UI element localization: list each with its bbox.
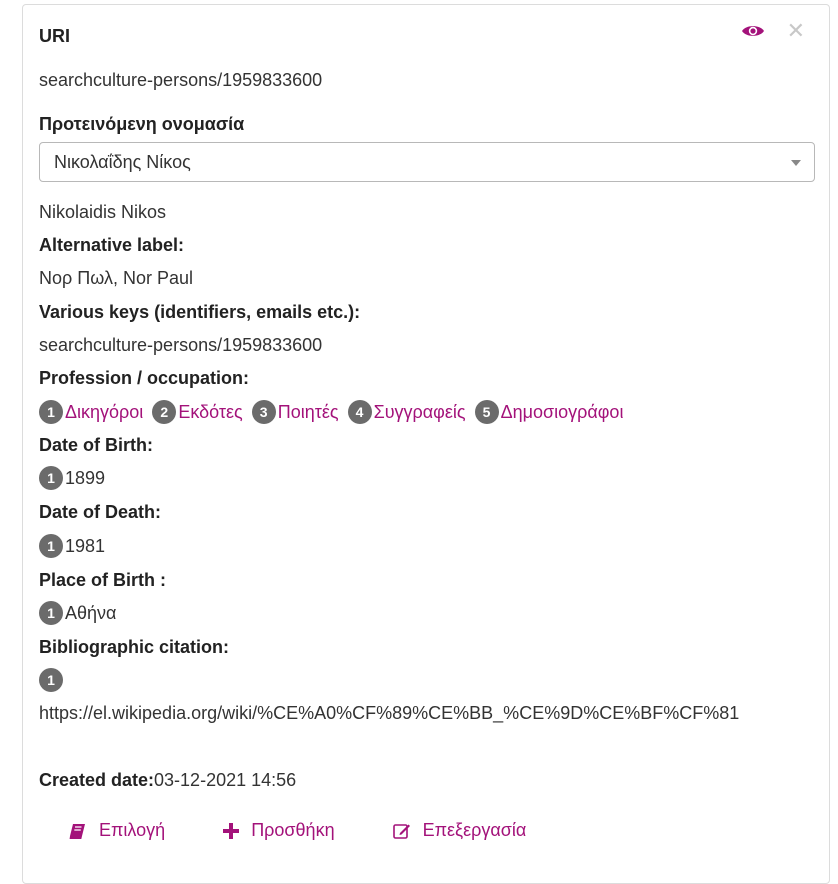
profession-item: 5 Δημοσιογράφοι — [474, 400, 624, 425]
profession-link[interactable]: Δικηγόροι — [65, 402, 143, 422]
birth-heading: Date of Birth: — [39, 435, 153, 455]
place-heading: Place of Birth : — [39, 570, 167, 590]
count-badge: 1 — [39, 400, 63, 425]
place-row: 1 Αθήνα — [39, 601, 117, 626]
birth-row: 1 1899 — [39, 466, 106, 491]
created-label: Created date: — [39, 770, 155, 790]
count-badge: 3 — [251, 400, 276, 425]
death-value: 1981 — [65, 536, 106, 556]
plus-icon — [223, 822, 240, 839]
count-badge: 5 — [474, 400, 499, 425]
uri-value: searchculture-persons/1959833600 — [39, 70, 323, 90]
keys-value: searchculture-persons/1959833600 — [39, 335, 323, 355]
add-button-label: Προσθήκη — [251, 820, 335, 840]
profession-link[interactable]: Εκδότες — [178, 402, 242, 422]
person-card: ✕ URI searchculture-persons/1959833600 Π… — [22, 4, 830, 884]
profession-link[interactable]: Ποιητές — [278, 402, 339, 422]
edit-button-label: Επεξεργασία — [422, 820, 527, 840]
profession-link[interactable]: Δημοσιογράφοι — [501, 402, 624, 422]
profession-item: 3 Ποιητές — [251, 400, 339, 425]
preferred-label-heading: Προτεινόμενη ονομασία — [39, 114, 245, 134]
citation-badge-row: 1 — [39, 668, 65, 693]
edit-icon — [392, 823, 410, 839]
death-heading: Date of Death: — [39, 502, 162, 522]
count-badge: 1 — [39, 601, 63, 626]
card-header-actions: ✕ — [741, 20, 805, 42]
chevron-down-icon — [791, 160, 801, 166]
citation-value: https://el.wikipedia.org/wiki/%CE%A0%CF%… — [39, 703, 740, 723]
preferred-label-select-value: Νικολαΐδης Νίκος — [54, 152, 191, 172]
alt-label-heading: Alternative label: — [39, 235, 185, 255]
eye-icon[interactable] — [741, 23, 765, 39]
select-button[interactable]: Επιλογή — [69, 820, 165, 841]
card-actions: Επιλογή Προσθήκη Επεξεργασία — [69, 820, 526, 841]
uri-heading: URI — [39, 26, 70, 46]
count-badge: 1 — [39, 466, 63, 491]
created-value: 03-12-2021 14:56 — [154, 770, 297, 790]
profession-list: 1 Δικηγόροι 2 Εκδότες 3 Ποιητές 4 Συγγραφείς… — [39, 400, 627, 425]
close-icon[interactable]: ✕ — [787, 20, 805, 42]
profession-link[interactable]: Συγγραφείς — [374, 402, 466, 422]
created-row: Created date:03-12-2021 14:56 — [39, 769, 296, 791]
count-badge: 1 — [39, 668, 63, 693]
keys-heading: Various keys (identifiers, emails etc.): — [39, 302, 361, 322]
profession-item: 1 Δικηγόροι — [39, 400, 143, 425]
count-badge: 2 — [152, 400, 177, 425]
count-badge: 1 — [39, 534, 63, 559]
profession-item: 4 Συγγραφείς — [347, 400, 466, 425]
edit-button[interactable]: Επεξεργασία — [392, 820, 527, 841]
book-icon — [69, 823, 85, 839]
profession-item: 2 Εκδότες — [152, 400, 243, 425]
place-value: Αθήνα — [65, 603, 117, 623]
add-button[interactable]: Προσθήκη — [223, 820, 335, 841]
preferred-label-select[interactable]: Νικολαΐδης Νίκος — [39, 142, 815, 182]
citation-heading: Bibliographic citation: — [39, 637, 230, 657]
profession-heading: Profession / occupation: — [39, 368, 250, 388]
name-latin: Nikolaidis Nikos — [39, 202, 167, 222]
alt-label-value: Νορ Πωλ, Nor Paul — [39, 268, 193, 288]
count-badge: 4 — [347, 400, 372, 425]
select-button-label: Επιλογή — [99, 820, 166, 840]
death-row: 1 1981 — [39, 534, 106, 559]
birth-value: 1899 — [65, 468, 106, 488]
